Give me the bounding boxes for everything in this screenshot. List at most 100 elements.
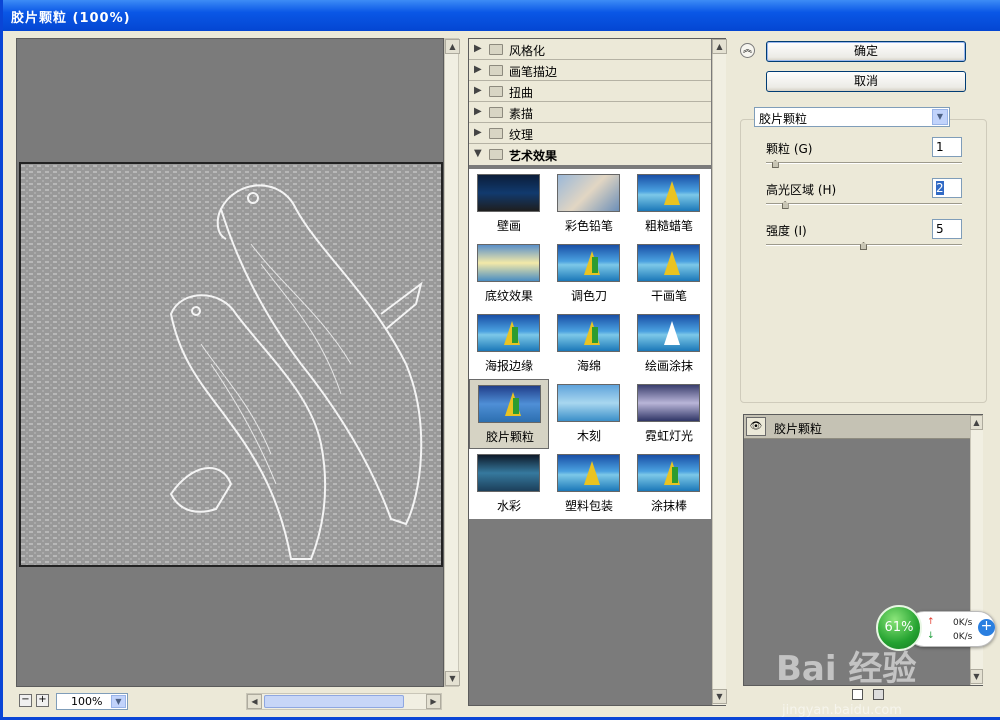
thumbnail-image — [557, 454, 620, 492]
preview-vertical-scrollbar[interactable]: ▲ ▼ — [444, 38, 460, 687]
filter-gallery-list: ▶ 风格化 ▶ 画笔描边 ▶ 扭曲 ▶ 素描 ▶ 纹理 ▼ 艺术效果 壁画 彩色… — [468, 38, 727, 706]
filter-label: 干画笔 — [650, 289, 687, 303]
scroll-down-icon[interactable]: ▼ — [970, 669, 983, 684]
scroll-left-icon[interactable]: ◀ — [247, 694, 262, 709]
chevron-down-icon[interactable]: ▼ — [932, 109, 948, 125]
category-stylize[interactable]: ▶ 风格化 — [469, 39, 711, 60]
filter-thumb-palette-knife[interactable]: 调色刀 — [549, 239, 629, 309]
grain-slider[interactable] — [766, 162, 962, 164]
grain-label: 颗粒 (G) — [766, 142, 813, 156]
filter-thumb-cutout[interactable]: 木刻 — [549, 379, 629, 449]
filter-label: 壁画 — [496, 219, 521, 233]
upload-speed: 0K/s — [953, 618, 973, 628]
filter-thumb-plastic-wrap[interactable]: 塑料包装 — [549, 449, 629, 519]
intensity-input[interactable]: 5 — [932, 219, 962, 239]
expand-arrow-icon[interactable]: ▶ — [474, 43, 482, 54]
preview-zoom-bar: − + 100% ▼ ◀ ▶ — [16, 693, 444, 711]
filter-select[interactable]: 胶片颗粒 ▼ — [754, 107, 950, 127]
filter-thumb-rough-pastels[interactable]: 粗糙蜡笔 — [629, 169, 709, 239]
upload-arrow-icon: ↑ — [927, 617, 935, 627]
sail-icon — [664, 251, 680, 275]
sail-icon — [672, 467, 678, 483]
collapse-gallery-icon[interactable]: ︽ — [740, 43, 755, 58]
scroll-up-icon[interactable]: ▲ — [970, 415, 983, 430]
preview-horizontal-scrollbar[interactable]: ◀ ▶ — [246, 693, 442, 710]
thumbnail-image — [477, 174, 540, 212]
category-sketch[interactable]: ▶ 素描 — [469, 102, 711, 123]
folder-icon — [489, 44, 503, 55]
zoom-out-button[interactable]: − — [19, 694, 32, 707]
filter-thumb-neon-glow[interactable]: 霓虹灯光 — [629, 379, 709, 449]
scroll-up-icon[interactable]: ▲ — [712, 39, 727, 54]
filter-thumb-smudge-stick[interactable]: 涂抹棒 — [629, 449, 709, 519]
new-layer-icon[interactable] — [852, 689, 863, 700]
filter-thumb-poster-edges[interactable]: 海报边缘 — [469, 309, 549, 379]
memory-percent-badge[interactable]: 61% — [876, 605, 922, 651]
expand-arrow-icon[interactable]: ▶ — [474, 85, 482, 96]
expand-arrow-icon[interactable]: ▶ — [474, 106, 482, 117]
collapse-arrow-icon[interactable]: ▼ — [474, 148, 482, 159]
filter-label: 粗糙蜡笔 — [644, 219, 693, 233]
preview-image[interactable] — [19, 162, 443, 567]
zoom-in-button[interactable]: + — [36, 694, 49, 707]
filter-thumb-sponge[interactable]: 海绵 — [549, 309, 629, 379]
filter-thumb-film-grain[interactable]: 胶片颗粒 — [469, 379, 549, 449]
scroll-down-icon[interactable]: ▼ — [445, 671, 460, 686]
trash-icon[interactable] — [872, 689, 884, 700]
grain-input[interactable]: 1 — [932, 137, 962, 157]
highlight-area-value: 2 — [936, 181, 944, 195]
category-distort[interactable]: ▶ 扭曲 — [469, 81, 711, 102]
dialog-client: ▲ ▼ − + 100% ▼ ◀ ▶ ▶ 风格化 ▶ 画笔描边 ▶ 扭曲 ▶ 素… — [6, 31, 1000, 718]
chevron-down-icon[interactable]: ▼ — [111, 695, 126, 708]
download-arrow-icon: ↓ — [927, 631, 935, 641]
category-label: 素描 — [509, 107, 534, 121]
eye-icon[interactable]: 👁 — [746, 417, 766, 436]
filter-gallery-window: 胶片颗粒 (100%) ▲ ▼ − + 100% ▼ ◀ ▶ ▶ 风格化 ▶ 画… — [0, 0, 1000, 720]
effect-layer-row[interactable]: 👁 胶片颗粒 — [744, 415, 970, 439]
filter-label: 调色刀 — [570, 289, 607, 303]
filter-list-scrollbar[interactable]: ▲ ▼ — [712, 39, 727, 705]
thumbnail-image — [637, 314, 700, 352]
thumbnail-image — [557, 314, 620, 352]
category-artistic[interactable]: ▼ 艺术效果 — [469, 144, 711, 165]
highlight-area-slider[interactable] — [766, 203, 962, 205]
title-bar[interactable]: 胶片颗粒 (100%) — [3, 0, 1000, 31]
zoom-select[interactable]: 100% ▼ — [56, 693, 128, 710]
thumbnail-image — [478, 385, 541, 423]
sail-icon — [664, 181, 680, 205]
filter-label: 绘画涂抹 — [644, 359, 693, 373]
scroll-right-icon[interactable]: ▶ — [426, 694, 441, 709]
scroll-up-icon[interactable]: ▲ — [445, 39, 460, 54]
plus-icon[interactable]: + — [978, 619, 995, 636]
filter-label: 彩色铅笔 — [564, 219, 613, 233]
thumbnail-image — [477, 454, 540, 492]
expand-arrow-icon[interactable]: ▶ — [474, 64, 482, 75]
filter-thumb-paint-daubs[interactable]: 绘画涂抹 — [629, 309, 709, 379]
category-label: 扭曲 — [509, 86, 534, 100]
thumbnail-image — [557, 244, 620, 282]
scroll-thumb[interactable] — [264, 695, 404, 708]
sail-icon — [513, 398, 519, 414]
thumbnail-image — [637, 384, 700, 422]
category-brush-strokes[interactable]: ▶ 画笔描边 — [469, 60, 711, 81]
filter-label: 海报边缘 — [484, 359, 533, 373]
filter-select-value: 胶片颗粒 — [759, 112, 808, 126]
folder-icon — [489, 65, 503, 76]
filter-thumb-watercolor[interactable]: 水彩 — [469, 449, 549, 519]
filter-thumb-fresco[interactable]: 壁画 — [469, 169, 549, 239]
network-monitor-widget[interactable]: ↑ 0K/s ↓ 0K/s 61% + — [876, 605, 998, 651]
thumbnail-image — [637, 454, 700, 492]
category-texture[interactable]: ▶ 纹理 — [469, 123, 711, 144]
scroll-down-icon[interactable]: ▼ — [712, 689, 727, 704]
ok-button[interactable]: 确定 — [766, 41, 966, 62]
highlight-area-input[interactable]: 2 — [932, 178, 962, 198]
filter-thumb-dry-brush[interactable]: 干画笔 — [629, 239, 709, 309]
filter-label: 海绵 — [576, 359, 601, 373]
thumbnail-image — [477, 314, 540, 352]
expand-arrow-icon[interactable]: ▶ — [474, 127, 482, 138]
filter-thumb-colored-pencil[interactable]: 彩色铅笔 — [549, 169, 629, 239]
category-label: 画笔描边 — [509, 65, 558, 79]
preview-canvas[interactable] — [16, 38, 444, 687]
cancel-button[interactable]: 取消 — [766, 71, 966, 92]
filter-thumb-underpainting[interactable]: 底纹效果 — [469, 239, 549, 309]
